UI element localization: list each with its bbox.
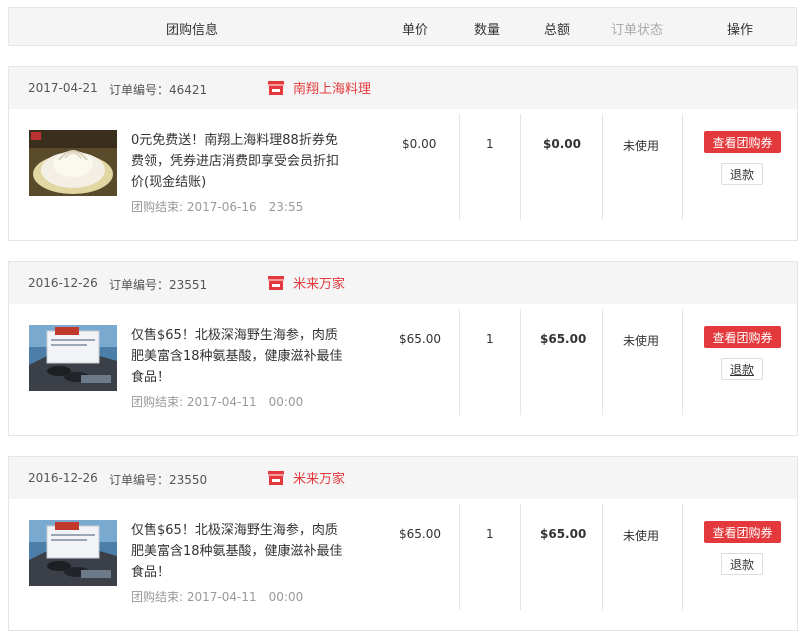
divider — [682, 114, 683, 220]
total-amount: $65.00 — [540, 527, 587, 541]
store-link[interactable]: 米来万家 — [267, 273, 345, 292]
order-header: 2017-04-21 订单编号：46421 南翔上海料理 — [9, 67, 797, 109]
divider — [682, 309, 683, 415]
divider — [459, 309, 460, 415]
quantity: 1 — [486, 527, 494, 541]
deal-deadline: 团购结束: 2017-04-11 00:00 — [131, 590, 304, 604]
order-number: 订单编号：23550 — [109, 473, 208, 487]
divider — [520, 114, 521, 220]
order-card: 2016-12-26 订单编号：23550 米来万家 仅售$65！北极深海野生海… — [8, 456, 798, 631]
order-card: 2016-12-26 订单编号：23551 米来万家 仅售$65！北极深海野生海… — [8, 261, 798, 436]
refund-button[interactable]: 退款 — [721, 163, 763, 185]
deal-title[interactable]: 0元免费送！南翔上海料理88折券免费领，凭券进店消费即享受会员折扣价(现金结账) — [131, 130, 343, 193]
order-status: 未使用 — [623, 529, 660, 543]
divider — [682, 504, 683, 610]
divider — [602, 114, 603, 220]
order-date: 2016-12-26 — [28, 471, 98, 485]
order-date: 2016-12-26 — [28, 276, 98, 290]
column-header-quantity: 数量 — [474, 23, 501, 38]
order-card: 2017-04-21 订单编号：46421 南翔上海料理 0元免费送！南翔上海料… — [8, 66, 798, 241]
dumpling-image[interactable] — [29, 130, 117, 196]
order-header: 2016-12-26 订单编号：23550 米来万家 — [9, 457, 797, 499]
order-status: 未使用 — [623, 139, 660, 153]
column-header-actions: 操作 — [727, 23, 754, 38]
sea-cucumber-image[interactable] — [29, 520, 117, 586]
unit-price: $0.00 — [402, 137, 437, 151]
unit-price: $65.00 — [399, 527, 441, 541]
order-status: 未使用 — [623, 334, 660, 348]
quantity: 1 — [486, 137, 494, 151]
view-coupon-button[interactable]: 查看团购券 — [704, 131, 781, 153]
quantity: 1 — [486, 332, 494, 346]
total-amount: $65.00 — [540, 332, 587, 346]
store-icon — [268, 80, 284, 95]
deal-title[interactable]: 仅售$65！北极深海野生海参，肉质肥美富含18种氨基酸，健康滋补最佳食品！ — [131, 325, 343, 388]
order-number: 订单编号：46421 — [109, 83, 208, 97]
total-amount: $0.00 — [543, 137, 581, 151]
store-name: 南翔上海料理 — [293, 82, 372, 97]
store-icon — [268, 275, 284, 290]
sea-cucumber-image[interactable] — [29, 325, 117, 391]
table-header: 团购信息 单价 数量 总额 订单状态 操作 — [8, 7, 797, 46]
column-header-unit-price: 单价 — [402, 23, 429, 38]
deal-deadline: 团购结束: 2017-06-16 23:55 — [131, 200, 304, 214]
order-number: 订单编号：23551 — [109, 278, 208, 292]
divider — [459, 114, 460, 220]
view-coupon-button[interactable]: 查看团购券 — [704, 521, 781, 543]
divider — [520, 309, 521, 415]
deal-title[interactable]: 仅售$65！北极深海野生海参，肉质肥美富含18种氨基酸，健康滋补最佳食品！ — [131, 520, 343, 583]
column-header-status: 订单状态 — [611, 23, 664, 38]
divider — [520, 504, 521, 610]
store-link[interactable]: 南翔上海料理 — [267, 78, 371, 97]
refund-button[interactable]: 退款 — [721, 358, 763, 380]
store-name: 米来万家 — [293, 277, 346, 292]
divider — [459, 504, 460, 610]
unit-price: $65.00 — [399, 332, 441, 346]
column-header-total: 总额 — [544, 23, 571, 38]
order-header: 2016-12-26 订单编号：23551 米来万家 — [9, 262, 797, 304]
deal-deadline: 团购结束: 2017-04-11 00:00 — [131, 395, 304, 409]
refund-button[interactable]: 退款 — [721, 553, 763, 575]
order-date: 2017-04-21 — [28, 81, 98, 95]
divider — [602, 504, 603, 610]
store-name: 米来万家 — [293, 472, 346, 487]
store-icon — [268, 470, 284, 485]
column-header-info: 团购信息 — [166, 23, 219, 38]
divider — [602, 309, 603, 415]
view-coupon-button[interactable]: 查看团购券 — [704, 326, 781, 348]
store-link[interactable]: 米来万家 — [267, 468, 345, 487]
